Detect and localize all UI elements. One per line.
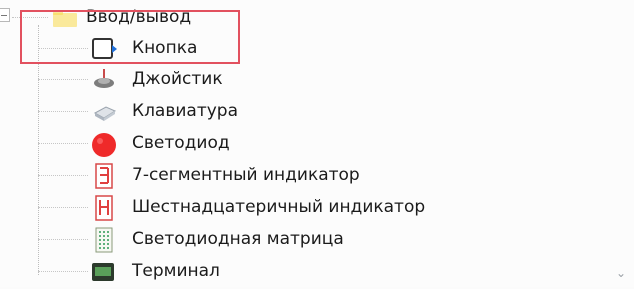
tree-connector bbox=[38, 143, 88, 144]
tree-root-io[interactable]: Ввод/вывод bbox=[0, 4, 400, 30]
tree-item-button[interactable]: Кнопка bbox=[0, 33, 600, 63]
button-icon bbox=[90, 36, 118, 62]
tree-item-keyboard[interactable]: Клавиатура bbox=[0, 96, 600, 126]
tree-item-joystick[interactable]: Джойстик bbox=[0, 64, 600, 94]
tree-item-label: Светодиодная матрица bbox=[132, 229, 344, 249]
tree-connector bbox=[38, 79, 88, 80]
led-matrix-icon bbox=[90, 227, 118, 253]
component-tree: Ввод/вывод Кнопка Джойстик Клавиатура Св… bbox=[0, 0, 634, 287]
terminal-icon bbox=[90, 259, 118, 285]
keyboard-icon bbox=[90, 99, 118, 125]
hex-indicator-icon bbox=[90, 195, 118, 221]
tree-connector bbox=[38, 111, 88, 112]
tree-item-terminal[interactable]: Терминал bbox=[0, 256, 600, 286]
tree-item-led[interactable]: Светодиод bbox=[0, 128, 600, 158]
tree-connector bbox=[38, 239, 88, 240]
tree-item-label: 7-сегментный индикатор bbox=[132, 165, 360, 185]
tree-root-label: Ввод/вывод bbox=[86, 7, 192, 27]
seven-segment-icon bbox=[90, 163, 118, 189]
tree-item-hex-indicator[interactable]: Шестнадцатеричный индикатор bbox=[0, 192, 600, 222]
tree-connector bbox=[12, 17, 48, 18]
scroll-down-chevron-icon[interactable]: ⌄ bbox=[614, 266, 628, 280]
tree-item-label: Кнопка bbox=[132, 38, 198, 58]
led-icon bbox=[90, 131, 118, 157]
tree-connector bbox=[38, 207, 88, 208]
tree-item-seven-segment[interactable]: 7-сегментный индикатор bbox=[0, 160, 600, 190]
tree-item-label: Терминал bbox=[132, 261, 220, 281]
tree-connector bbox=[38, 271, 88, 272]
tree-connector bbox=[38, 175, 88, 176]
tree-item-led-matrix[interactable]: Светодиодная матрица bbox=[0, 224, 600, 254]
tree-connector bbox=[38, 48, 88, 49]
tree-item-label: Светодиод bbox=[132, 133, 230, 153]
tree-item-label: Джойстик bbox=[132, 69, 223, 89]
tree-item-label: Клавиатура bbox=[132, 101, 239, 121]
joystick-icon bbox=[90, 67, 118, 93]
folder-icon bbox=[52, 8, 78, 28]
tree-item-label: Шестнадцатеричный индикатор bbox=[132, 197, 426, 217]
